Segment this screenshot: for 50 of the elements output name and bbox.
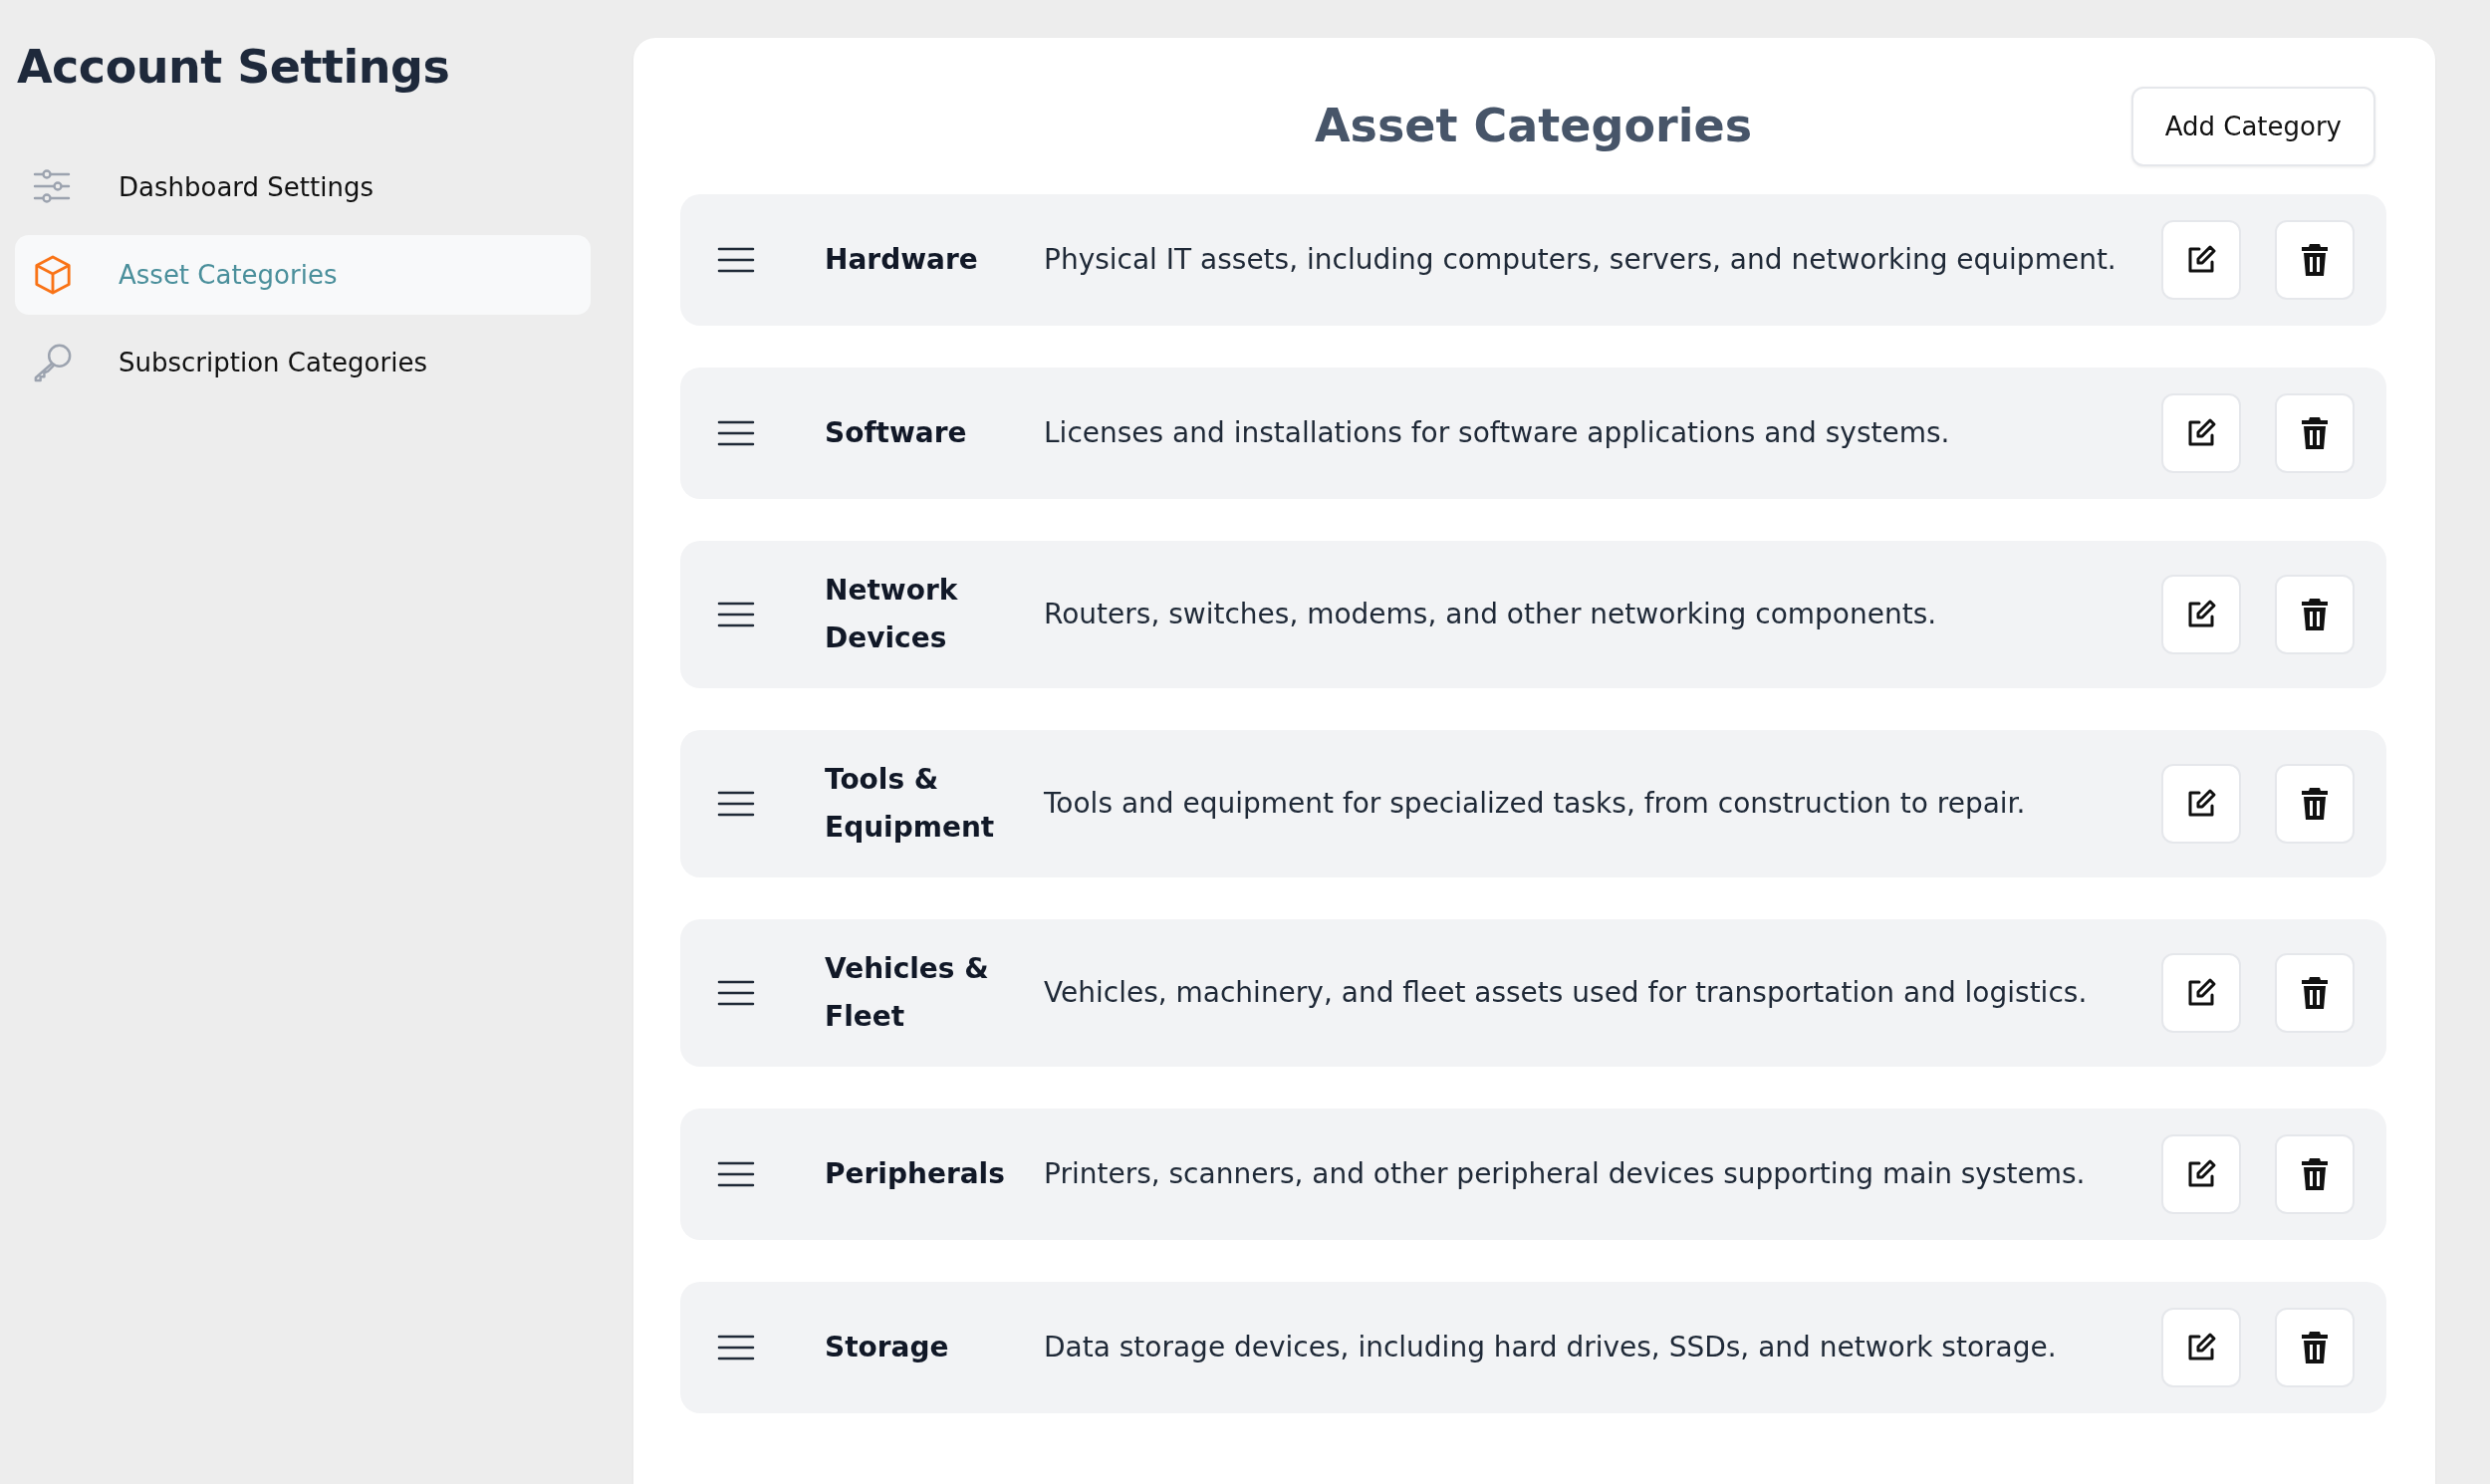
sidebar-item[interactable]: Asset Categories: [15, 235, 591, 315]
cube-icon: [33, 255, 73, 295]
delete-button[interactable]: [2275, 1134, 2355, 1214]
category-name: Vehicles & Fleet: [825, 951, 990, 1035]
category-description: Tools and equipment for specialized tasks, from construction to repair.: [1044, 786, 2027, 822]
sidebar-item[interactable]: Dashboard Settings: [15, 147, 591, 227]
trash-icon: [2299, 1331, 2331, 1364]
edit-button[interactable]: [2161, 575, 2241, 654]
delete-button[interactable]: [2275, 764, 2355, 844]
delete-button[interactable]: [2275, 575, 2355, 654]
drag-handle-icon[interactable]: [717, 602, 755, 627]
trash-icon: [2299, 976, 2331, 1010]
sidebar-title: Account Settings: [17, 40, 451, 94]
category-name: Software: [825, 415, 968, 451]
category-name: Storage: [825, 1330, 950, 1365]
drag-handle-icon[interactable]: [717, 1161, 755, 1187]
trash-icon: [2299, 598, 2331, 631]
edit-button[interactable]: [2161, 953, 2241, 1033]
category-name: Tools & Equipment: [825, 762, 996, 846]
category-description: Printers, scanners, and other peripheral devices supporting main systems.: [1044, 1156, 2087, 1192]
trash-icon: [2299, 787, 2331, 821]
sidebar-item[interactable]: Subscription Categories: [15, 323, 591, 402]
drag-handle-icon[interactable]: [717, 1335, 755, 1360]
drag-handle-icon[interactable]: [717, 420, 755, 446]
edit-button[interactable]: [2161, 1134, 2241, 1214]
category-description: Data storage devices, including hard drives, SSDs, and network storage.: [1044, 1330, 2058, 1365]
add-category-button[interactable]: Add Category: [2130, 87, 2375, 166]
drag-handle-icon[interactable]: [717, 247, 755, 273]
category-name: Hardware: [825, 242, 979, 278]
trash-icon: [2299, 416, 2331, 450]
panel-title: Asset Categories: [1314, 99, 1753, 152]
edit-button[interactable]: [2161, 1308, 2241, 1387]
delete-button[interactable]: [2275, 953, 2355, 1033]
edit-button[interactable]: [2161, 764, 2241, 844]
delete-button[interactable]: [2275, 1308, 2355, 1387]
category-description: Physical IT assets, including computers, servers, and networking equipment.: [1044, 242, 2117, 278]
category-name: Peripherals: [825, 1156, 1006, 1192]
delete-button[interactable]: [2275, 393, 2355, 473]
drag-handle-icon[interactable]: [717, 791, 755, 817]
trash-icon: [2299, 243, 2331, 277]
drag-handle-icon[interactable]: [717, 980, 755, 1006]
category-description: Routers, switches, modems, and other networking components.: [1044, 597, 1938, 632]
delete-button[interactable]: [2275, 220, 2355, 300]
category-description: Vehicles, machinery, and fleet assets used for transportation and logistics.: [1044, 975, 2089, 1011]
edit-button[interactable]: [2161, 393, 2241, 473]
key-icon: [33, 343, 73, 382]
trash-icon: [2299, 1157, 2331, 1191]
edit-button[interactable]: [2161, 220, 2241, 300]
category-name: Network Devices: [825, 573, 959, 656]
category-description: Licenses and installations for software applications and systems.: [1044, 415, 1951, 451]
